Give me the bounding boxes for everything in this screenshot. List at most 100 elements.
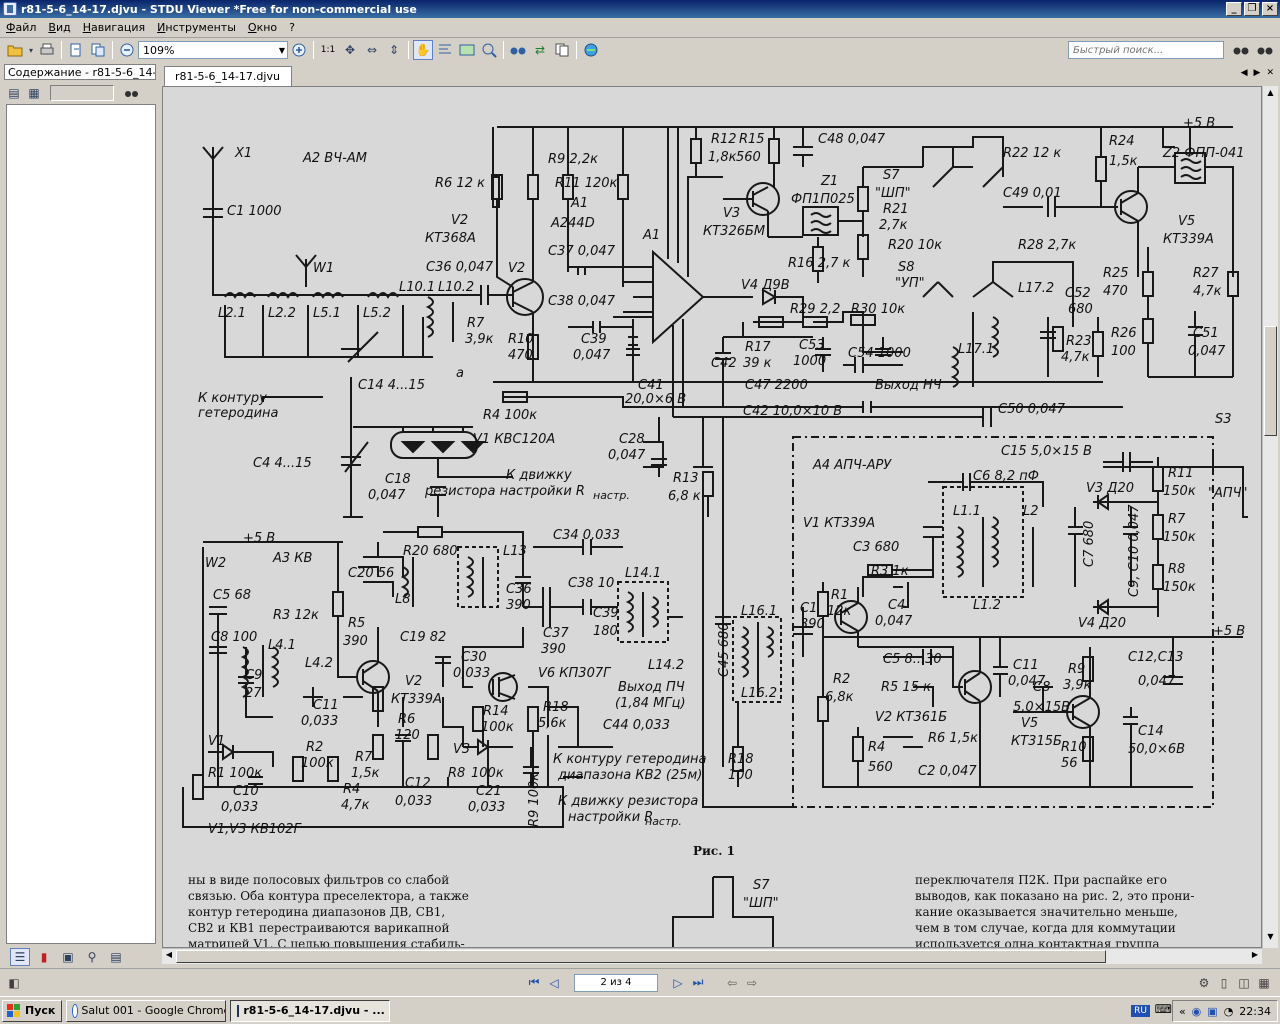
- svg-text:L8: L8: [395, 592, 411, 607]
- menu-navigation[interactable]: Навигация: [77, 21, 151, 34]
- settings-icon[interactable]: ⚙: [1194, 973, 1214, 993]
- fit-height-icon[interactable]: ⇕: [384, 40, 404, 60]
- maximize-button[interactable]: ❐: [1244, 2, 1260, 16]
- select-text-icon[interactable]: [435, 40, 455, 60]
- keyboard-icon[interactable]: ⌨: [1155, 1002, 1172, 1016]
- zoom-combo[interactable]: 109% ▼: [138, 41, 288, 59]
- tab-prev-icon[interactable]: ◀: [1241, 68, 1248, 78]
- sidebar-filter-input[interactable]: [50, 85, 114, 101]
- contents-view-icon[interactable]: ☰: [10, 948, 30, 966]
- svg-text:настр.: настр.: [593, 489, 630, 502]
- two-page-icon[interactable]: ◫: [1234, 973, 1254, 993]
- menu-file[interactable]: Файл: [0, 21, 42, 34]
- scroll-right-icon[interactable]: ▶: [1248, 950, 1262, 964]
- zoom-area-icon[interactable]: [479, 40, 499, 60]
- svg-text:1,5к: 1,5к: [1109, 154, 1138, 169]
- start-button[interactable]: Пуск: [2, 999, 63, 1022]
- select-image-icon[interactable]: [457, 40, 477, 60]
- open-dropdown-icon[interactable]: ▾: [27, 40, 35, 60]
- first-page-icon[interactable]: ⏮: [524, 973, 544, 993]
- svg-text:L16.2: L16.2: [741, 686, 777, 701]
- svg-text:L1.1: L1.1: [953, 504, 981, 519]
- scroll-left-icon[interactable]: ◀: [162, 950, 176, 964]
- sync-icon[interactable]: ⇄: [530, 40, 550, 60]
- system-tray: « ◉ ▣ ◔ 22:34: [1171, 1000, 1278, 1022]
- menu-view[interactable]: Вид: [42, 21, 76, 34]
- print-icon[interactable]: [37, 40, 57, 60]
- svg-text:C14 4...15: C14 4...15: [358, 378, 425, 393]
- tray-expand-icon[interactable]: «: [1179, 1005, 1186, 1018]
- tab-close-icon[interactable]: ✕: [1266, 68, 1274, 78]
- find-icon[interactable]: [508, 40, 528, 60]
- export-page-icon[interactable]: [66, 40, 86, 60]
- minimize-button[interactable]: _: [1226, 2, 1242, 16]
- continuous-icon[interactable]: ▦: [1254, 973, 1274, 993]
- lang-indicator[interactable]: RU: [1131, 1003, 1150, 1017]
- bookmark-add-icon[interactable]: ▤: [4, 84, 24, 102]
- chevron-down-icon[interactable]: ▼: [279, 46, 285, 55]
- sidebar-tab-contents[interactable]: Содержание - r81-5-6_14-17: [4, 64, 156, 80]
- svg-text:W1: W1: [313, 261, 334, 276]
- fit-width-icon[interactable]: ⇔: [362, 40, 382, 60]
- tray-network-icon[interactable]: ▣: [1207, 1005, 1217, 1018]
- stdu-icon: [237, 1004, 240, 1017]
- single-page-icon[interactable]: ▯: [1214, 973, 1234, 993]
- notes-view-icon[interactable]: ▤: [106, 948, 126, 966]
- tab-next-icon[interactable]: ▶: [1254, 68, 1261, 78]
- tab-document[interactable]: r81-5-6_14-17.djvu: [164, 66, 292, 86]
- svg-text:L1.2: L1.2: [973, 598, 1001, 613]
- horizontal-scrollbar[interactable]: ◀ ▶: [162, 948, 1262, 964]
- page-number-input[interactable]: 2 из 4: [574, 973, 658, 992]
- zoom-out-icon[interactable]: [117, 40, 137, 60]
- horizontal-scroll-thumb[interactable]: [176, 950, 1106, 963]
- svg-text:C30: C30: [461, 650, 487, 665]
- taskbar-chrome-button[interactable]: Salut 001 - Google Chrome: [66, 999, 227, 1022]
- pages-icon[interactable]: [552, 40, 572, 60]
- svg-text:R4: R4: [343, 782, 360, 797]
- search-view-icon[interactable]: ⚲: [82, 948, 102, 966]
- scroll-up-icon[interactable]: ▲: [1264, 88, 1277, 102]
- scroll-down-icon[interactable]: ▼: [1264, 932, 1277, 946]
- svg-text:1,8к: 1,8к: [708, 150, 737, 165]
- search-binoculars-icon[interactable]: [1231, 40, 1251, 60]
- menu-tools[interactable]: Инструменты: [151, 21, 242, 34]
- clock[interactable]: 22:34: [1239, 1005, 1271, 1018]
- taskbar-stdu-button[interactable]: r81-5-6_14-17.djvu - ...: [230, 999, 391, 1022]
- vertical-scrollbar[interactable]: ▲ ▼: [1262, 86, 1278, 948]
- windows-logo-icon: [7, 1003, 21, 1018]
- copy-page-icon[interactable]: [88, 40, 108, 60]
- forward-icon[interactable]: ⇨: [742, 973, 762, 993]
- close-button[interactable]: ×: [1262, 2, 1278, 16]
- taskbar-stdu-label: r81-5-6_14-17.djvu - ...: [243, 1004, 385, 1017]
- sidebar-toolbar: ▤ ▦: [4, 82, 156, 104]
- quick-search-input[interactable]: [1068, 41, 1224, 59]
- contents-tree[interactable]: [6, 104, 156, 944]
- svg-text:R13: R13: [673, 471, 699, 486]
- actual-size-button[interactable]: 1:1: [318, 40, 338, 60]
- back-icon[interactable]: ⇦: [722, 973, 742, 993]
- prev-page-icon[interactable]: ◁: [544, 973, 564, 993]
- document-viewport[interactable]: X1 C1 1000 W1 A2 ВЧ-АМ L2.1 L2.2 L5.1 L5…: [162, 86, 1262, 948]
- svg-text:R1 100к: R1 100к: [208, 766, 262, 781]
- web-update-icon[interactable]: [581, 40, 601, 60]
- menu-window[interactable]: Окно: [242, 21, 283, 34]
- hand-tool-icon[interactable]: ✋: [413, 40, 433, 60]
- panel-toggle-icon[interactable]: ◧: [4, 973, 24, 993]
- fit-page-icon[interactable]: ✥: [340, 40, 360, 60]
- svg-text:гетеродина: гетеродина: [198, 406, 279, 421]
- last-page-icon[interactable]: ⏭: [688, 973, 708, 993]
- sidebar-search-icon[interactable]: [122, 84, 142, 102]
- vertical-scroll-thumb[interactable]: [1264, 326, 1277, 436]
- svg-text:R25: R25: [1103, 266, 1129, 281]
- svg-text:ФП1П025: ФП1П025: [791, 192, 855, 207]
- menu-help[interactable]: ?: [283, 21, 301, 34]
- search-options-icon[interactable]: [1255, 40, 1275, 60]
- tray-app-icon[interactable]: ◉: [1192, 1005, 1202, 1018]
- zoom-in-icon[interactable]: [289, 40, 309, 60]
- bookmark-edit-icon[interactable]: ▦: [24, 84, 44, 102]
- bookmarks-view-icon[interactable]: ▮: [34, 948, 54, 966]
- next-page-icon[interactable]: ▷: [668, 973, 688, 993]
- open-folder-icon[interactable]: [5, 40, 25, 60]
- thumbnails-view-icon[interactable]: ▣: [58, 948, 78, 966]
- svg-text:A1: A1: [642, 228, 660, 243]
